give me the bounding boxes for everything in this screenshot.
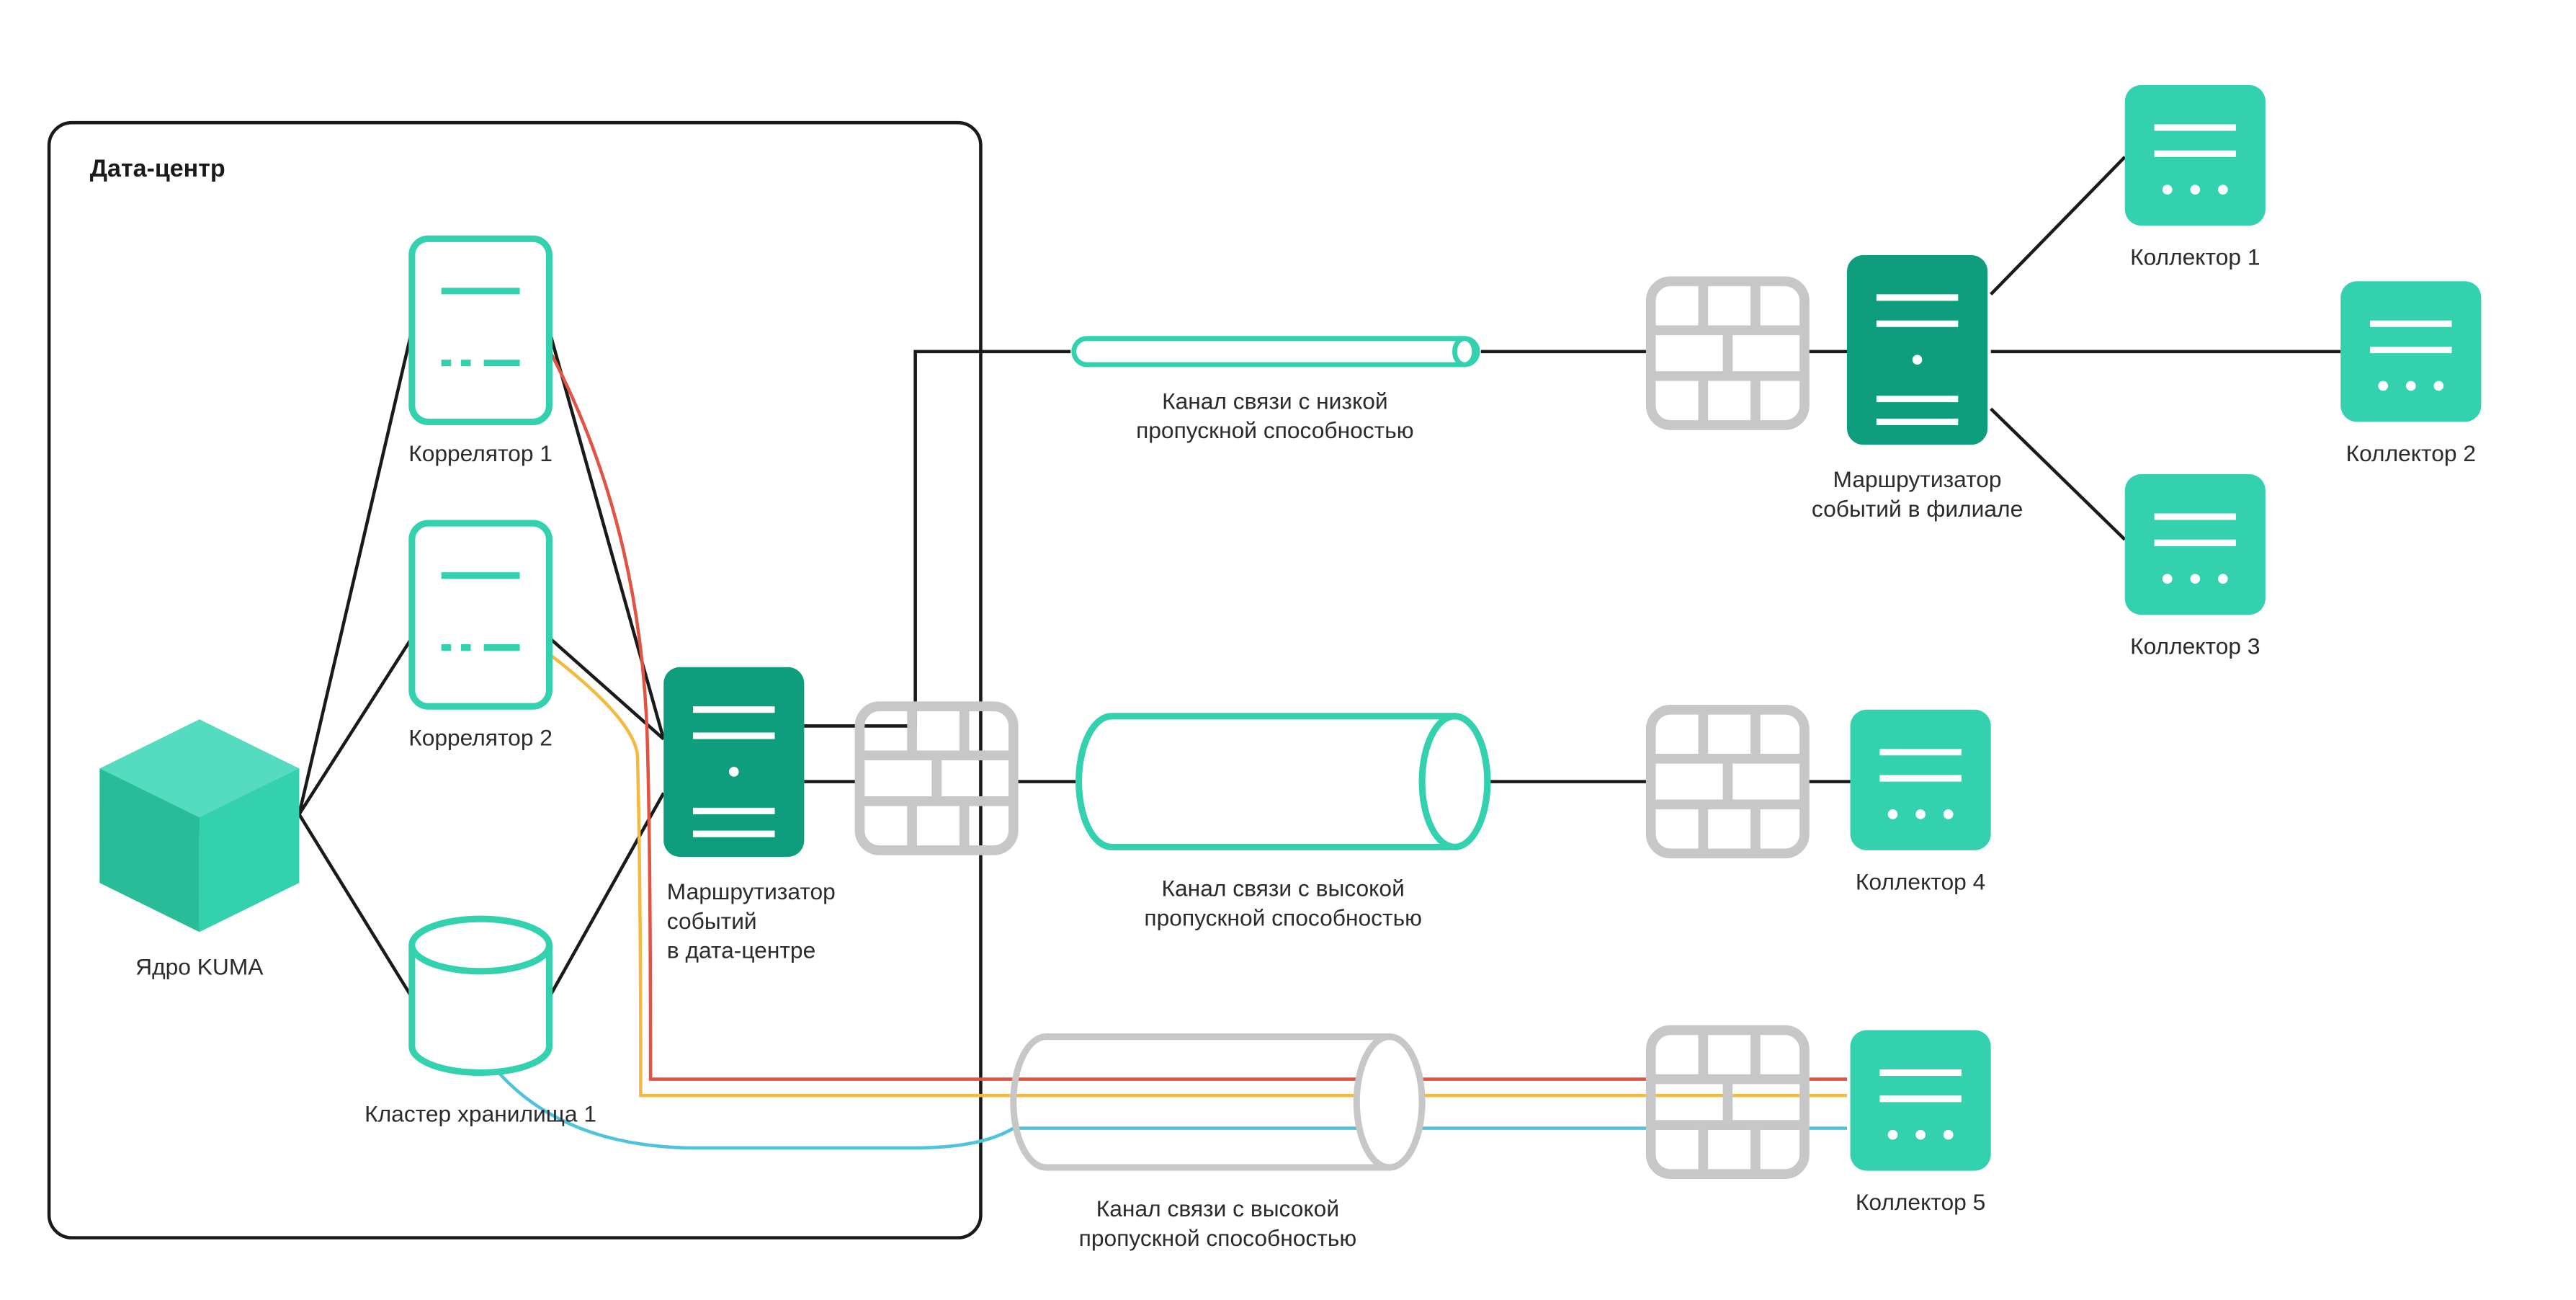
collector5-icon bbox=[1851, 1030, 1991, 1170]
edge-cyan bbox=[491, 1063, 1847, 1148]
collector3-icon bbox=[2125, 474, 2266, 615]
pipe-high1-l1: Канал связи с высокой bbox=[1162, 875, 1405, 901]
router-dc-l3: в дата-центре bbox=[667, 938, 815, 963]
edge-storage-routerdc bbox=[549, 793, 663, 997]
edge-core-storage bbox=[299, 814, 412, 997]
storage-icon bbox=[412, 919, 550, 1072]
storage-label: Кластер хранилища 1 bbox=[365, 1101, 596, 1127]
pipe-high2-l2: пропускной способностью bbox=[1079, 1225, 1357, 1251]
pipe-high1-icon bbox=[1079, 716, 1488, 847]
core-icon bbox=[99, 719, 299, 932]
datacenter-title: Дата-центр bbox=[90, 155, 225, 182]
collector4-label: Коллектор 4 bbox=[1856, 868, 1985, 894]
pipe-high1-l2: пропускной способностью bbox=[1144, 904, 1421, 930]
collector3-label: Коллектор 3 bbox=[2130, 633, 2260, 659]
correlator2-icon bbox=[412, 523, 550, 706]
collector1-icon bbox=[2125, 85, 2266, 226]
router-branch-icon bbox=[1847, 255, 1987, 445]
edge-routerdc-lowpipe bbox=[804, 352, 1070, 726]
correlator1-label: Коррелятор 1 bbox=[408, 440, 553, 466]
collector5-label: Коллектор 5 bbox=[1856, 1189, 1985, 1215]
pipe-low-icon bbox=[1074, 339, 1477, 365]
edge-routerbranch-c1 bbox=[1991, 157, 2125, 295]
firewall-2-icon bbox=[1651, 710, 1804, 854]
pipe-low-l2: пропускной способностью bbox=[1136, 417, 1414, 443]
pipe-high2-l1: Канал связи с высокой bbox=[1096, 1196, 1339, 1221]
correlator2-label: Коррелятор 2 bbox=[408, 725, 553, 751]
router-branch-l1: Маршрутизатор bbox=[1833, 466, 2002, 492]
router-dc-icon bbox=[663, 667, 804, 857]
architecture-diagram: Дата-центр Ядро KUMA bbox=[0, 0, 2576, 1300]
router-dc-l1: Маршрутизатор bbox=[667, 878, 836, 904]
collector2-label: Коллектор 2 bbox=[2346, 440, 2476, 466]
firewall-1-icon bbox=[1651, 281, 1804, 425]
collector2-icon bbox=[2340, 281, 2481, 422]
firewall-3-icon bbox=[1651, 1030, 1804, 1174]
collector1-label: Коллектор 1 bbox=[2130, 244, 2260, 270]
edge-core-corr1 bbox=[299, 330, 412, 814]
correlator1-icon bbox=[412, 239, 550, 422]
core-label: Ядро KUMA bbox=[135, 953, 264, 979]
router-branch-l2: событий в филиале bbox=[1812, 496, 2023, 522]
pipe-high2-icon bbox=[1014, 1037, 1422, 1168]
collector4-icon bbox=[1851, 710, 1991, 850]
router-dc-l2: событий bbox=[667, 908, 757, 934]
firewall-dc-icon bbox=[860, 706, 1014, 850]
pipe-low-l1: Канал связи с низкой bbox=[1162, 388, 1388, 414]
edge-corr1-routerdc bbox=[549, 330, 663, 739]
edge-core-corr2 bbox=[299, 638, 412, 814]
